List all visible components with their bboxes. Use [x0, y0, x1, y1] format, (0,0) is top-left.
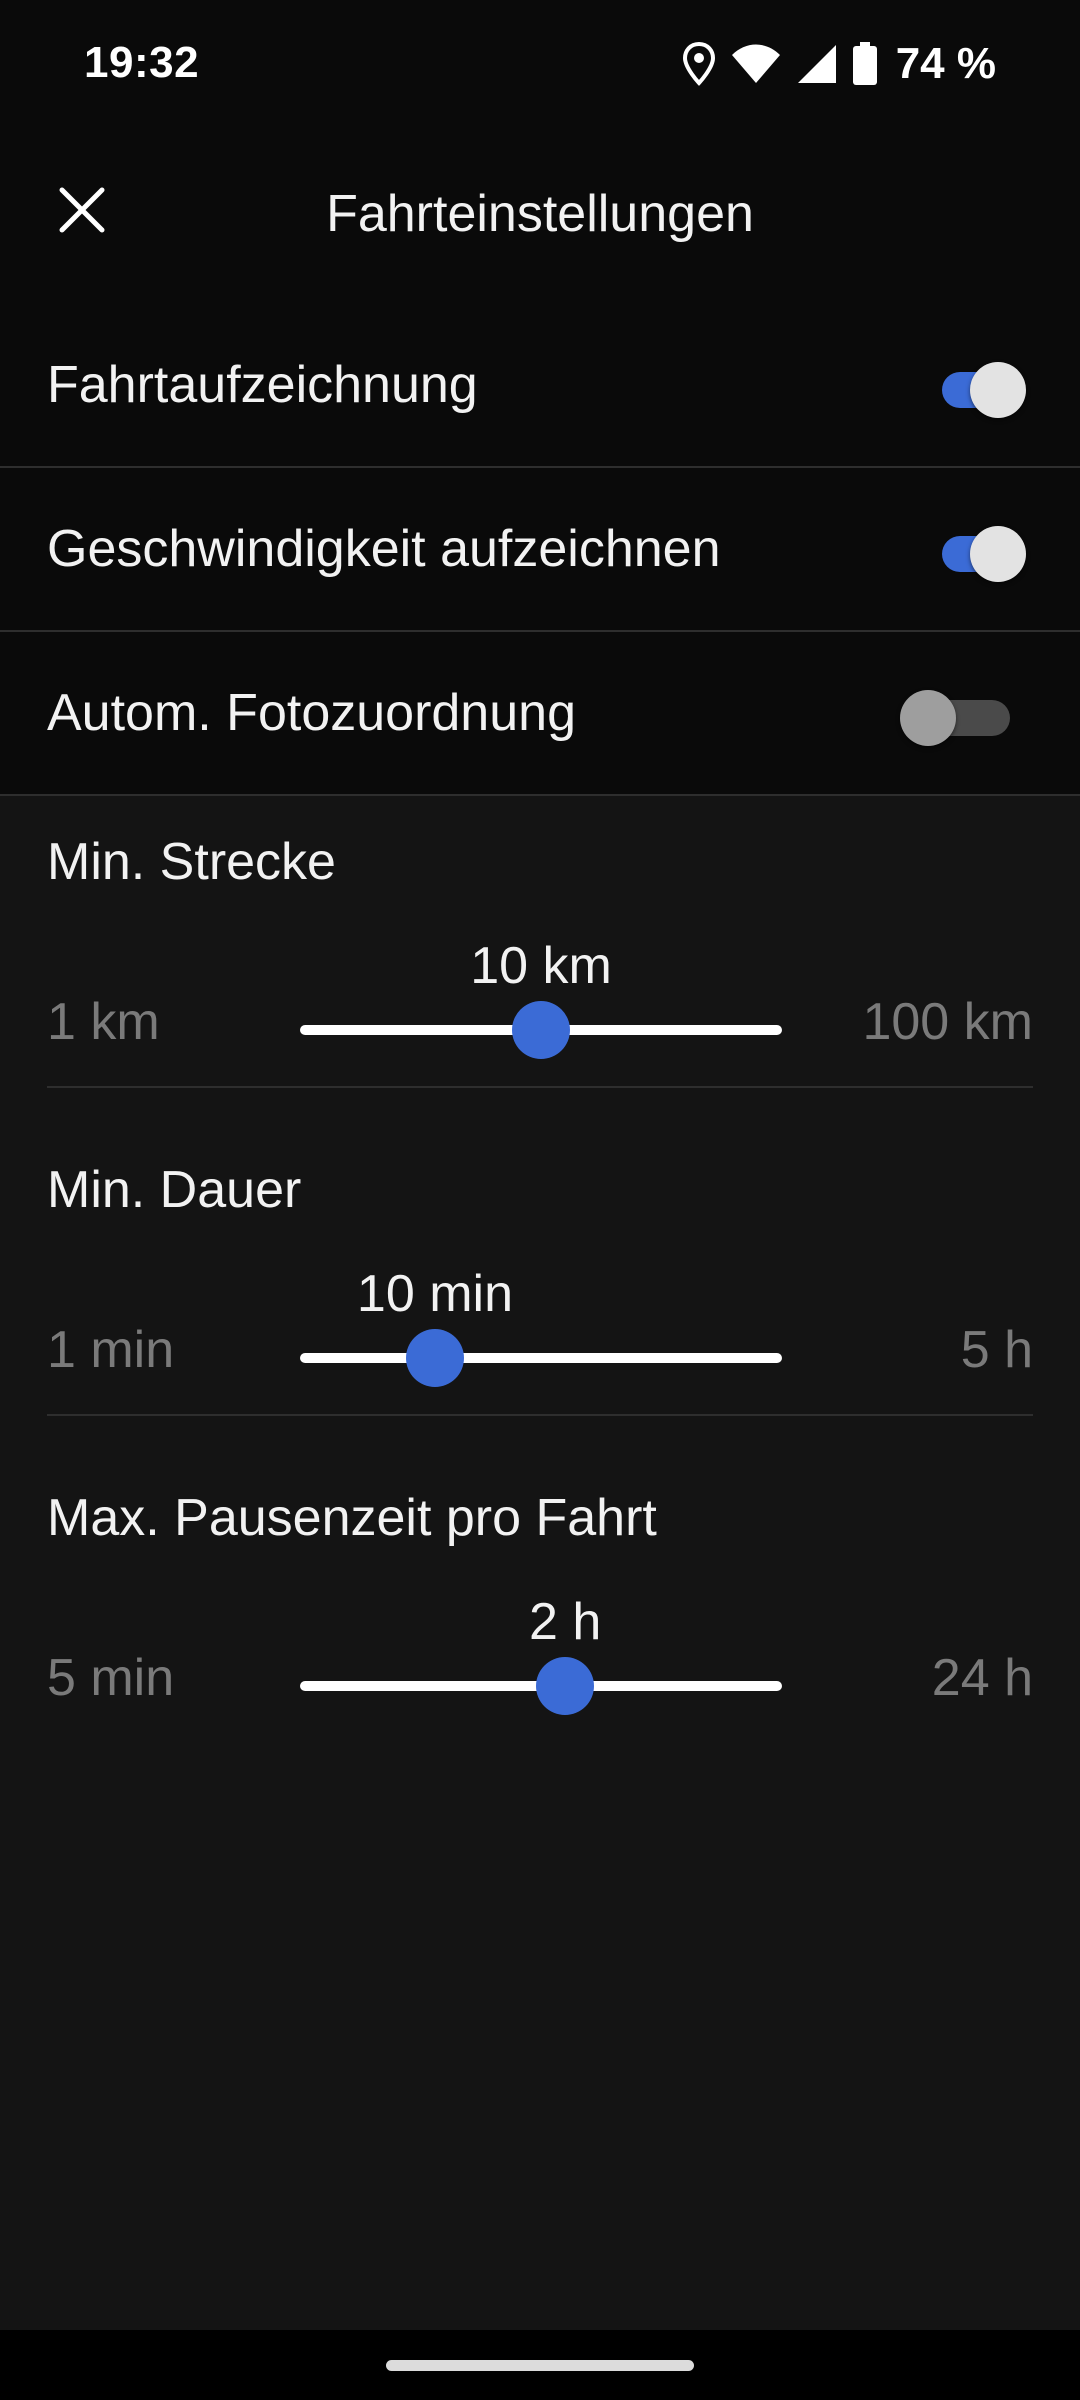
divider: [47, 1414, 1033, 1416]
slider-value-label: 10 km: [470, 937, 612, 995]
slider-max-label: 24 h: [931, 1649, 1033, 1707]
slider-value-label: 2 h: [528, 1593, 602, 1651]
slider-title: Max. Pausenzeit pro Fahrt: [47, 1489, 657, 1547]
slider-track-min-strecke[interactable]: [300, 1001, 782, 1059]
home-gesture-handle[interactable]: [386, 2360, 694, 2371]
toggle-row-fotozuordnung[interactable]: Autom. Fotozuordnung: [0, 632, 1080, 796]
navigation-bar: [0, 2330, 1080, 2400]
slider-section-min-strecke: Min. Strecke 10 km 1 km 100 km: [0, 832, 1080, 1088]
toggle-switch-geschwindigkeit[interactable]: [932, 521, 1026, 582]
slider-track-min-dauer[interactable]: [300, 1329, 782, 1387]
slider-value-label: 10 min: [356, 1265, 513, 1323]
status-icons: 74 %: [682, 36, 996, 92]
divider: [47, 1086, 1033, 1088]
slider-thumb[interactable]: [405, 1329, 464, 1387]
slider-min-label: 1 min: [47, 1321, 175, 1379]
switch-thumb: [970, 362, 1026, 418]
switch-thumb: [900, 690, 956, 746]
toggle-switch-fotozuordnung[interactable]: [900, 685, 1024, 746]
toggle-row-fahrtaufzeichnung[interactable]: Fahrtaufzeichnung: [0, 304, 1080, 468]
wifi-icon: [730, 43, 782, 85]
slider-min-label: 5 min: [47, 1649, 175, 1707]
slider-title: Min. Strecke: [47, 833, 336, 891]
toggle-label: Geschwindigkeit aufzeichnen: [47, 520, 721, 578]
page-title: Fahrteinstellungen: [326, 185, 754, 243]
slider-thumb[interactable]: [512, 1001, 570, 1059]
status-bar: 19:32 74 %: [0, 0, 1080, 128]
screen: 19:32 74 % Fahrteinstellungen Fahrtaufze…: [0, 0, 1080, 2400]
toggle-switch-fahrtaufzeichnung[interactable]: [932, 357, 1026, 418]
app-bar: Fahrteinstellungen: [0, 128, 1080, 304]
slider-title: Min. Dauer: [47, 1161, 302, 1219]
status-time: 19:32: [84, 38, 200, 87]
signal-icon: [796, 43, 838, 85]
slider-min-label: 1 km: [47, 993, 160, 1051]
battery-percentage: 74 %: [895, 39, 996, 88]
toggle-label: Autom. Fotozuordnung: [47, 684, 576, 742]
battery-icon: [852, 42, 878, 86]
switch-thumb: [970, 526, 1026, 582]
toggle-label: Fahrtaufzeichnung: [47, 356, 478, 414]
slider-thumb[interactable]: [536, 1657, 595, 1715]
slider-max-label: 5 h: [960, 1321, 1033, 1379]
slider-track-max-pausenzeit[interactable]: [300, 1657, 782, 1715]
slider-section-max-pausenzeit: Max. Pausenzeit pro Fahrt 2 h 5 min 24 h: [0, 1488, 1080, 1728]
slider-section-min-dauer: Min. Dauer 10 min 1 min 5 h: [0, 1160, 1080, 1416]
toggle-row-geschwindigkeit[interactable]: Geschwindigkeit aufzeichnen: [0, 468, 1080, 632]
slider-max-label: 100 km: [862, 993, 1033, 1051]
location-icon: [682, 42, 716, 86]
